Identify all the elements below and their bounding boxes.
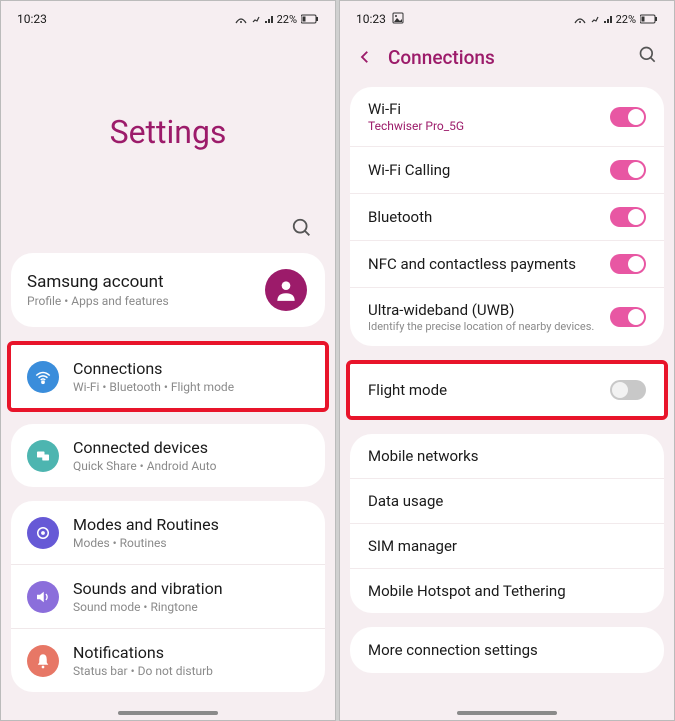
- row-title: Wi-Fi Calling: [368, 161, 600, 179]
- modes-row[interactable]: Modes and Routines Modes • Routines: [11, 501, 325, 565]
- nfc-toggle[interactable]: [610, 254, 646, 274]
- row-subtitle: Wi-Fi • Bluetooth • Flight mode: [73, 380, 309, 394]
- row-subtitle: Sound mode • Ringtone: [73, 600, 309, 614]
- status-bar: 10:23 22%: [340, 1, 674, 33]
- row-title: Connected devices: [73, 438, 309, 457]
- status-time: 10:23: [17, 12, 47, 26]
- account-title: Samsung account: [27, 272, 265, 292]
- row-subtitle: Quick Share • Android Auto: [73, 459, 309, 473]
- header-title: Connections: [388, 46, 638, 69]
- row-title: Bluetooth: [368, 208, 600, 226]
- sim-manager-row[interactable]: SIM manager: [350, 524, 664, 569]
- hotspot-row[interactable]: Mobile Hotspot and Tethering: [350, 569, 664, 613]
- battery-percent: 22%: [277, 13, 297, 26]
- row-title: Mobile Hotspot and Tethering: [368, 582, 636, 600]
- wifi-icon: [27, 361, 59, 393]
- battery-percent: 22%: [616, 13, 636, 26]
- account-subtitle: Profile • Apps and features: [27, 294, 265, 308]
- row-title: Data usage: [368, 492, 636, 510]
- row-title: Ultra-wideband (UWB): [368, 301, 600, 319]
- page-title: Settings: [21, 113, 315, 151]
- sound-icon: [27, 581, 59, 613]
- mobile-networks-row[interactable]: Mobile networks: [350, 434, 664, 479]
- avatar-icon: [265, 269, 307, 311]
- wifi-calling-toggle[interactable]: [610, 160, 646, 180]
- row-title: Sounds and vibration: [73, 579, 309, 598]
- bell-icon: [27, 645, 59, 677]
- status-indicators: 22%: [235, 13, 319, 26]
- back-button[interactable]: [356, 48, 374, 66]
- notifications-row[interactable]: Notifications Status bar • Do not distur…: [11, 629, 325, 692]
- nfc-row[interactable]: NFC and contactless payments: [350, 241, 664, 288]
- row-title: Notifications: [73, 643, 309, 662]
- row-title: NFC and contactless payments: [368, 255, 600, 273]
- search-icon[interactable]: [638, 45, 658, 69]
- modes-icon: [27, 517, 59, 549]
- status-time: 10:23: [356, 12, 386, 26]
- more-settings-row[interactable]: More connection settings: [350, 627, 664, 673]
- image-notification-icon: [392, 12, 404, 27]
- data-usage-row[interactable]: Data usage: [350, 479, 664, 524]
- connected-devices-row[interactable]: Connected devices Quick Share • Android …: [11, 424, 325, 487]
- row-title: SIM manager: [368, 537, 636, 555]
- row-title: Mobile networks: [368, 447, 636, 465]
- search-icon[interactable]: [291, 217, 313, 243]
- uwb-row[interactable]: Ultra-wideband (UWB) Identify the precis…: [350, 288, 664, 346]
- devices-icon: [27, 440, 59, 472]
- flight-mode-toggle[interactable]: [610, 380, 646, 400]
- navigation-handle[interactable]: [457, 711, 557, 715]
- row-title: Connections: [73, 359, 309, 378]
- bluetooth-toggle[interactable]: [610, 207, 646, 227]
- settings-main-screen: 10:23 22% Settings Samsung account Profi…: [0, 0, 336, 721]
- row-subtitle: Identify the precise location of nearby …: [368, 320, 600, 333]
- sounds-row[interactable]: Sounds and vibration Sound mode • Ringto…: [11, 565, 325, 629]
- row-subtitle: Techwiser Pro_5G: [368, 119, 600, 133]
- row-subtitle: Status bar • Do not disturb: [73, 664, 309, 678]
- header: Connections: [340, 33, 674, 87]
- row-title: More connection settings: [368, 641, 636, 659]
- row-subtitle: Modes • Routines: [73, 536, 309, 550]
- flight-mode-row[interactable]: Flight mode: [350, 364, 664, 416]
- navigation-handle[interactable]: [118, 711, 218, 715]
- status-bar: 10:23 22%: [1, 1, 335, 33]
- samsung-account-card[interactable]: Samsung account Profile • Apps and featu…: [11, 253, 325, 327]
- status-indicators: 22%: [574, 13, 658, 26]
- wifi-calling-row[interactable]: Wi-Fi Calling: [350, 147, 664, 194]
- bluetooth-row[interactable]: Bluetooth: [350, 194, 664, 241]
- row-title: Modes and Routines: [73, 515, 309, 534]
- uwb-toggle[interactable]: [610, 307, 646, 327]
- connections-row[interactable]: Connections Wi-Fi • Bluetooth • Flight m…: [11, 345, 325, 408]
- highlight-flight-mode: Flight mode: [346, 360, 668, 420]
- highlight-connections: Connections Wi-Fi • Bluetooth • Flight m…: [7, 341, 329, 412]
- row-title: Flight mode: [368, 381, 600, 399]
- connections-screen: 10:23 22% Connections Wi-Fi Techwiser Pr…: [339, 0, 675, 721]
- page-header: Settings: [1, 33, 335, 211]
- wifi-toggle[interactable]: [610, 107, 646, 127]
- row-title: Wi-Fi: [368, 100, 600, 118]
- wifi-row[interactable]: Wi-Fi Techwiser Pro_5G: [350, 87, 664, 147]
